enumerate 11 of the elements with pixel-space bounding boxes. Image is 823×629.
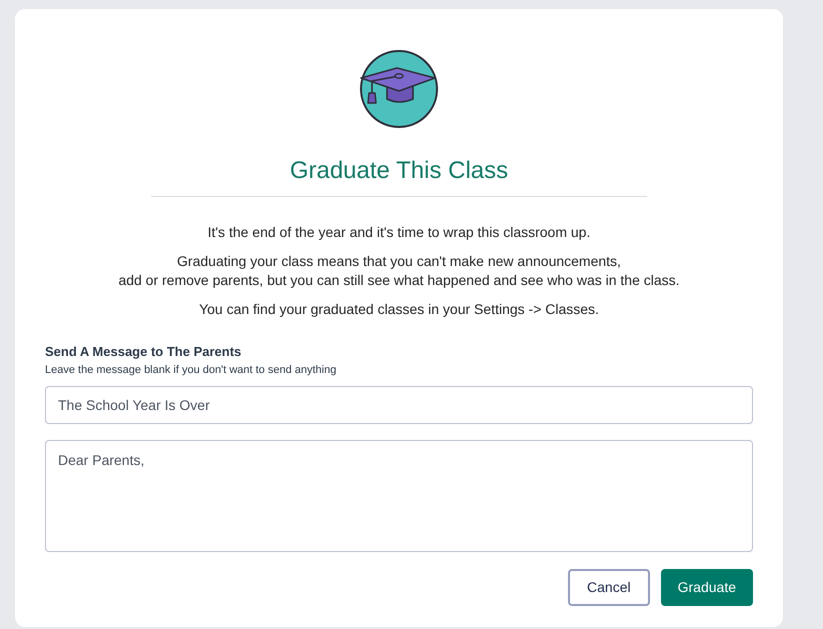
message-textarea[interactable]: Dear Parents, [45,440,753,552]
dialog-title: Graduate This Class [290,156,508,186]
message-hint: Leave the message blank if you don't want to send anything [45,363,338,378]
message-label: Send A Message to The Parents [45,343,242,361]
graduation-cap-icon [359,49,439,129]
cancel-button[interactable]: Cancel [568,569,650,606]
description-text: You can find your graduated classes in your Settings -> Classes. [199,300,599,319]
graduate-button[interactable]: Graduate [660,569,753,606]
description-text: It's the end of the year and it's time to wrap this classroom up. [208,223,590,242]
description-text: Graduating your class means that you can't make new announcements, add or remove parents, but you can still see what happened and see who was in the class. [118,252,680,290]
subject-input[interactable]: The School Year Is Over [45,386,753,424]
